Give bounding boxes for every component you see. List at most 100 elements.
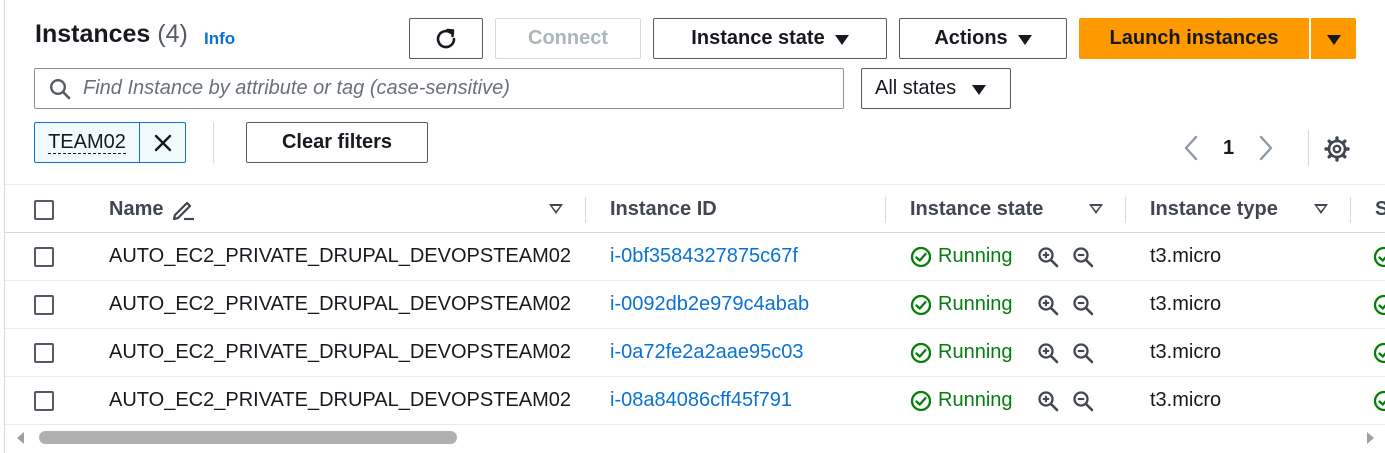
zoom-in-icon [1038, 295, 1059, 316]
instance-name: AUTO_EC2_PRIVATE_DRUPAL_DEVOPSTEAM02 [109, 293, 572, 315]
column-label: Instance ID [610, 197, 717, 220]
table-row[interactable]: AUTO_EC2_PRIVATE_DRUPAL_DEVOPSTEAM02 i-0a… [5, 329, 1385, 377]
column-header-instance-type[interactable]: Instance type [1150, 185, 1278, 233]
table-row[interactable]: AUTO_EC2_PRIVATE_DRUPAL_DEVOPSTEAM02 i-08… [5, 377, 1385, 425]
horizontal-scrollbar[interactable] [5, 425, 1385, 449]
table-header: Name Instance ID Instance state Instance… [5, 184, 1385, 233]
remove-filter-button[interactable] [139, 123, 185, 162]
column-resizer[interactable] [585, 197, 586, 223]
caret-down-icon [1017, 34, 1032, 45]
instance-state-status: Running [910, 377, 1013, 424]
column-resizer[interactable] [1125, 197, 1126, 223]
table-row[interactable]: AUTO_EC2_PRIVATE_DRUPAL_DEVOPSTEAM02 i-0b… [5, 233, 1385, 281]
sort-icon[interactable] [1089, 204, 1103, 214]
zoom-out-button[interactable] [1072, 390, 1094, 412]
instances-table: Name Instance ID Instance state Instance… [5, 184, 1385, 425]
status-check-cell [1373, 233, 1385, 280]
sort-icon[interactable] [1314, 204, 1328, 214]
refresh-icon [436, 28, 456, 48]
column-label: S [1375, 197, 1385, 220]
connect-button[interactable]: Connect [495, 18, 641, 59]
gear-icon[interactable] [1323, 135, 1351, 163]
row-checkbox[interactable] [34, 391, 54, 411]
column-header-instance-id[interactable]: Instance ID [610, 185, 717, 233]
instance-state-status: Running [910, 329, 1013, 376]
scroll-left-icon[interactable] [17, 432, 24, 444]
check-circle-icon [910, 342, 932, 363]
instance-name: AUTO_EC2_PRIVATE_DRUPAL_DEVOPSTEAM02 [109, 389, 572, 411]
column-resizer[interactable] [885, 197, 886, 223]
zoom-in-button[interactable] [1037, 342, 1059, 364]
launch-label: Launch instances [1109, 27, 1279, 49]
refresh-button[interactable] [409, 18, 483, 59]
zoom-in-icon [1038, 391, 1059, 412]
title-text: Instances [35, 20, 151, 48]
instance-id-link[interactable]: i-08a84086cff45f791 [610, 377, 792, 424]
instance-state-label: Instance state [691, 27, 825, 49]
info-link[interactable]: Info [204, 29, 235, 49]
check-circle-icon [1373, 294, 1385, 315]
states-select[interactable]: All states [861, 68, 1011, 109]
table-body: AUTO_EC2_PRIVATE_DRUPAL_DEVOPSTEAM02 i-0b… [5, 233, 1385, 425]
check-circle-icon [910, 294, 932, 315]
launch-instances-button[interactable]: Launch instances [1079, 18, 1309, 59]
pencil-icon [173, 201, 195, 221]
zoom-out-icon [1073, 391, 1094, 412]
filter-token: TEAM02 [34, 122, 186, 163]
scroll-right-icon[interactable] [1367, 432, 1374, 444]
status-check-cell [1373, 281, 1385, 328]
zoom-out-icon [1073, 295, 1094, 316]
column-header-status-check[interactable]: S [1375, 185, 1385, 233]
table-row[interactable]: AUTO_EC2_PRIVATE_DRUPAL_DEVOPSTEAM02 i-00… [5, 281, 1385, 329]
search-box[interactable] [34, 68, 844, 109]
actions-button[interactable]: Actions [899, 18, 1067, 59]
zoom-in-button[interactable] [1037, 246, 1059, 268]
row-checkbox[interactable] [34, 247, 54, 267]
instance-id-link[interactable]: i-0092db2e979c4abab [610, 281, 809, 328]
zoom-out-button[interactable] [1072, 294, 1094, 316]
column-header-instance-state[interactable]: Instance state [910, 185, 1043, 233]
status-text: Running [938, 245, 1013, 267]
search-input[interactable] [83, 77, 823, 100]
connect-label: Connect [528, 27, 608, 49]
select-all-checkbox[interactable] [34, 200, 54, 220]
zoom-in-button[interactable] [1037, 390, 1059, 412]
sort-icon[interactable] [549, 204, 563, 214]
states-label: All states [875, 77, 957, 99]
scrollbar-thumb[interactable] [39, 431, 457, 444]
page-number[interactable]: 1 [1223, 137, 1234, 160]
column-resizer[interactable] [1350, 197, 1351, 223]
instance-name: AUTO_EC2_PRIVATE_DRUPAL_DEVOPSTEAM02 [109, 245, 572, 267]
close-icon [154, 134, 171, 151]
caret-down-icon [972, 84, 987, 95]
instance-state-button[interactable]: Instance state [653, 18, 887, 59]
page-title: Instances (4) [35, 20, 188, 49]
zoom-out-button[interactable] [1072, 246, 1094, 268]
row-checkbox[interactable] [34, 295, 54, 315]
search-icon [49, 78, 71, 99]
zoom-out-button[interactable] [1072, 342, 1094, 364]
status-check-cell [1373, 377, 1385, 424]
chevron-left-icon[interactable] [1183, 135, 1199, 161]
instance-type: t3.micro [1150, 389, 1222, 411]
column-header-name[interactable]: Name [109, 185, 197, 233]
filter-token-text: TEAM02 [48, 131, 126, 154]
zoom-in-icon [1038, 247, 1059, 268]
instance-name: AUTO_EC2_PRIVATE_DRUPAL_DEVOPSTEAM02 [109, 341, 572, 363]
status-text: Running [938, 341, 1013, 363]
launch-options-button[interactable] [1311, 18, 1356, 59]
instance-id-link[interactable]: i-0bf3584327875c67f [610, 233, 798, 280]
status-check-cell [1373, 329, 1385, 376]
instance-id-link[interactable]: i-0a72fe2a2aae95c03 [610, 329, 804, 376]
instance-state-status: Running [910, 233, 1013, 280]
divider [1308, 130, 1309, 166]
chevron-right-icon[interactable] [1258, 135, 1274, 161]
caret-down-icon [834, 34, 849, 45]
clear-filters-button[interactable]: Clear filters [246, 122, 428, 163]
check-circle-icon [1373, 390, 1385, 411]
row-checkbox[interactable] [34, 343, 54, 363]
instance-type: t3.micro [1150, 245, 1222, 267]
filter-token-label[interactable]: TEAM02 [35, 123, 139, 162]
zoom-in-button[interactable] [1037, 294, 1059, 316]
zoom-out-icon [1073, 247, 1094, 268]
